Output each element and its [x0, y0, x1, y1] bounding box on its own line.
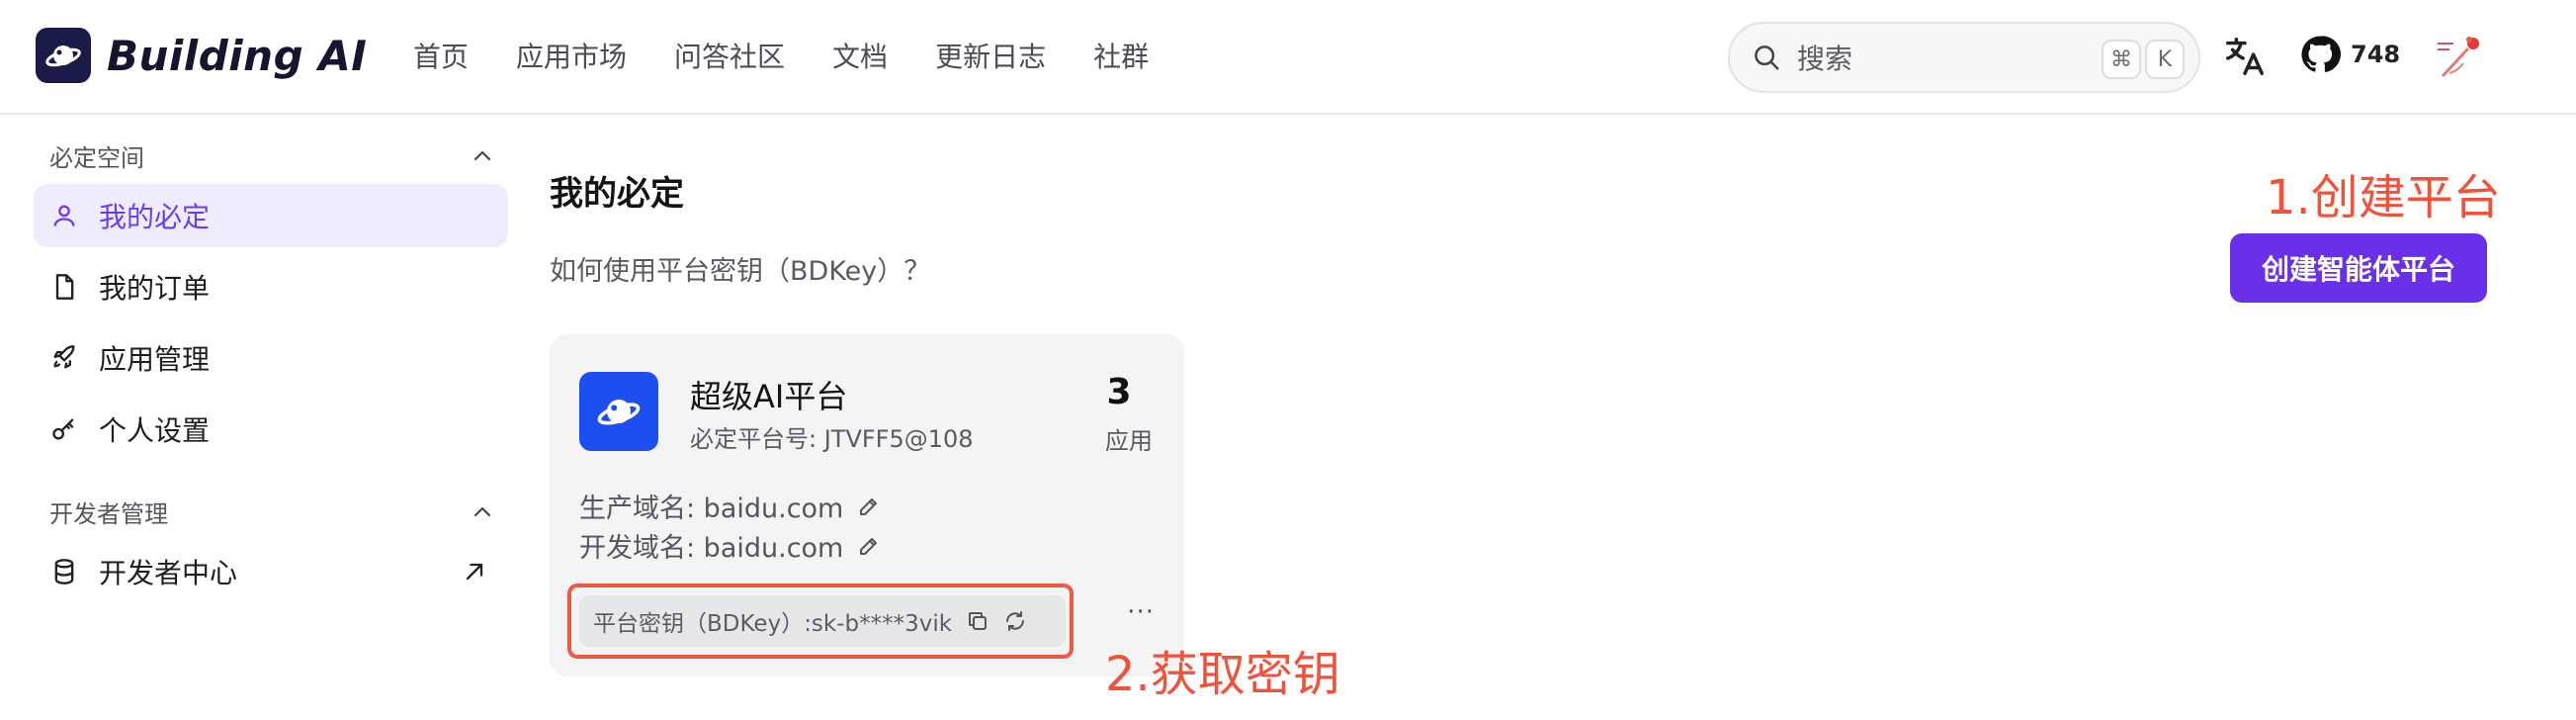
more-options-icon[interactable]: ···: [1127, 597, 1155, 627]
nav-changelog[interactable]: 更新日志: [935, 36, 1046, 75]
chevron-up-icon: [473, 150, 491, 160]
sidebar-group-space[interactable]: 必定空间: [49, 138, 494, 173]
sidebar: 必定空间 我的必定 我的订单 应用管理 个人设置 开发者管理 开发者中心: [0, 117, 524, 720]
translate-icon[interactable]: [2222, 34, 2268, 79]
search-input[interactable]: 搜索 ⌘ K: [1728, 22, 2200, 93]
external-link-arrow-icon: [466, 563, 483, 581]
github-star-count: 748: [2351, 41, 2401, 68]
top-header: Building AI 首页 应用市场 问答社区 文档 更新日志 社群 搜索 ⌘…: [0, 0, 2576, 115]
prod-domain: 生产域名: baidu.com: [579, 494, 844, 524]
main-nav: 首页 应用市场 问答社区 文档 更新日志 社群: [413, 36, 1196, 75]
key-icon: [49, 414, 79, 444]
brand-name: Building AI: [107, 31, 368, 80]
annotation-step-2: 2.获取密钥: [1105, 647, 1340, 702]
dev-domain: 开发域名: baidu.com: [579, 533, 844, 564]
sidebar-item-app-management[interactable]: 应用管理: [34, 326, 508, 390]
edit-pencil-icon[interactable]: [857, 534, 881, 558]
rocket-icon: [49, 343, 79, 373]
github-link[interactable]: 748: [2299, 34, 2400, 75]
annotation-step-1: 1.创建平台: [2266, 170, 2501, 225]
platform-logo-icon: [579, 372, 658, 451]
sidebar-item-label: 我的订单: [99, 272, 211, 305]
github-icon: [2301, 36, 2341, 72]
page-title: 我的必定: [550, 174, 684, 214]
prod-domain-row: 生产域名: baidu.com: [579, 487, 881, 525]
shortcut-cmd-key: ⌘: [2102, 40, 2141, 79]
database-icon: [49, 557, 79, 586]
sidebar-item-label: 应用管理: [99, 343, 211, 376]
nav-qa-community[interactable]: 问答社区: [674, 36, 785, 75]
dev-domain-row: 开发域名: baidu.com: [579, 526, 881, 565]
sidebar-item-label: 个人设置: [99, 414, 211, 447]
user-icon: [49, 201, 79, 230]
sidebar-item-my-space[interactable]: 我的必定: [34, 184, 508, 247]
edit-pencil-icon[interactable]: [857, 495, 881, 518]
search-icon: [1755, 45, 1779, 70]
sidebar-group-developer[interactable]: 开发者管理: [49, 495, 494, 529]
app-count: 3: [1106, 372, 1132, 412]
planet-logo-icon: [36, 28, 91, 83]
sidebar-item-label: 开发者中心: [99, 557, 238, 589]
nav-community-groups[interactable]: 社群: [1093, 36, 1149, 75]
nav-docs[interactable]: 文档: [832, 36, 888, 75]
sidebar-item-orders[interactable]: 我的订单: [34, 255, 508, 318]
sidebar-item-developer-center[interactable]: 开发者中心: [34, 540, 508, 603]
bdkey-help-link[interactable]: 如何使用平台密钥（BDKey）？: [550, 249, 930, 288]
sidebar-item-personal-settings[interactable]: 个人设置: [34, 398, 508, 461]
chevron-up-icon: [473, 506, 491, 516]
create-agent-platform-button[interactable]: 创建智能体平台: [2230, 233, 2487, 303]
search-placeholder: 搜索: [1797, 43, 1853, 75]
platform-id: 必定平台号: JTVFF5@108: [690, 425, 974, 453]
sidebar-group-title: 开发者管理: [49, 500, 168, 528]
annotation-highlight-box: [567, 584, 1073, 659]
sidebar-item-label: 我的必定: [99, 201, 211, 233]
sidebar-group-title: 必定空间: [49, 144, 144, 172]
shortcut-k-key: K: [2145, 40, 2185, 79]
nav-app-market[interactable]: 应用市场: [516, 36, 627, 75]
avatar[interactable]: [2430, 30, 2487, 87]
nav-home[interactable]: 首页: [413, 36, 469, 75]
file-icon: [49, 272, 79, 302]
brand-logo[interactable]: Building AI: [36, 28, 367, 83]
app-count-label: 应用: [1105, 427, 1153, 455]
platform-name: 超级AI平台: [690, 378, 848, 415]
